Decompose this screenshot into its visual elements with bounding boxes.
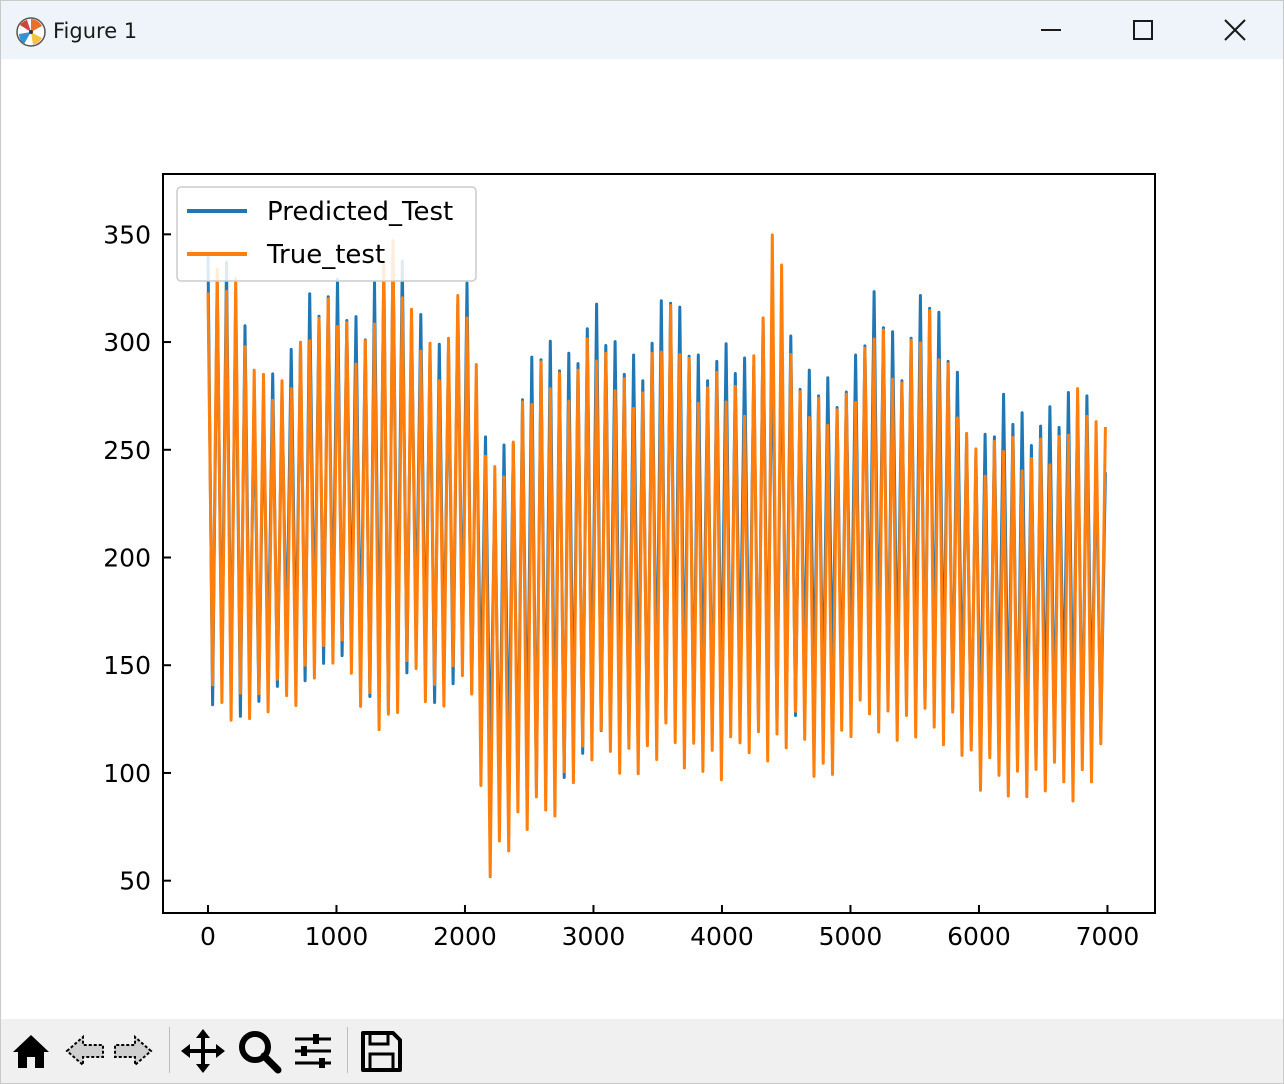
line-chart: 0 1000 2000 3000 4000 5000 6000 7000 50 100 150 200… [103,173,1156,951]
zoom-icon [239,1031,282,1074]
zoom-button[interactable] [235,1027,283,1075]
x-tick-label: 6000 [947,922,1011,951]
x-tick-label: 5000 [819,922,883,951]
save-button[interactable] [357,1027,405,1075]
forward-icon [114,1034,153,1068]
back-button[interactable] [61,1027,109,1075]
x-tick-label: 3000 [562,922,626,951]
toolbar-separator [347,1027,348,1073]
window-title: Figure 1 [53,19,138,43]
matplotlib-logo-icon [16,17,46,47]
back-icon [65,1034,104,1068]
toolbar-separator [169,1027,170,1073]
x-tick-label: 0 [200,922,216,951]
close-button[interactable] [1189,1,1281,59]
navigation-toolbar [1,1019,1283,1083]
home-icon [13,1035,49,1068]
y-tick-label: 350 [103,220,151,249]
minimize-icon [1041,29,1061,31]
x-tick-label: 4000 [690,922,754,951]
x-tick-label: 1000 [305,922,369,951]
save-icon [361,1031,402,1072]
forward-button[interactable] [109,1027,157,1075]
y-tick-label: 200 [103,544,151,573]
legend-label: Predicted_Test [267,197,453,227]
y-tick-label: 150 [103,651,151,680]
pan-button[interactable] [179,1027,227,1075]
close-icon [1224,19,1246,41]
title-bar[interactable]: Figure 1 [1,1,1283,59]
configure-subplots-button[interactable] [289,1027,337,1075]
y-tick-label: 300 [103,328,151,357]
x-tick-label: 2000 [433,922,497,951]
configure-icon [295,1034,331,1068]
maximize-button[interactable] [1097,1,1189,59]
figure-window: Figure 1 0 1000 2000 3000 4000 5000 6000 7000 50… [0,0,1284,1084]
maximize-icon [1133,20,1153,40]
figure-canvas[interactable]: 0 1000 2000 3000 4000 5000 6000 7000 50 100 150 200… [1,59,1283,1019]
y-tick-label: 100 [103,759,151,788]
series-line-true-test [206,233,1107,879]
legend-label: True_test [266,240,385,270]
pan-icon [181,1029,225,1073]
home-button[interactable] [7,1027,55,1075]
x-tick-label: 7000 [1076,922,1140,951]
y-tick-label: 50 [119,867,151,896]
y-tick-label: 250 [103,436,151,465]
minimize-button[interactable] [1005,1,1097,59]
